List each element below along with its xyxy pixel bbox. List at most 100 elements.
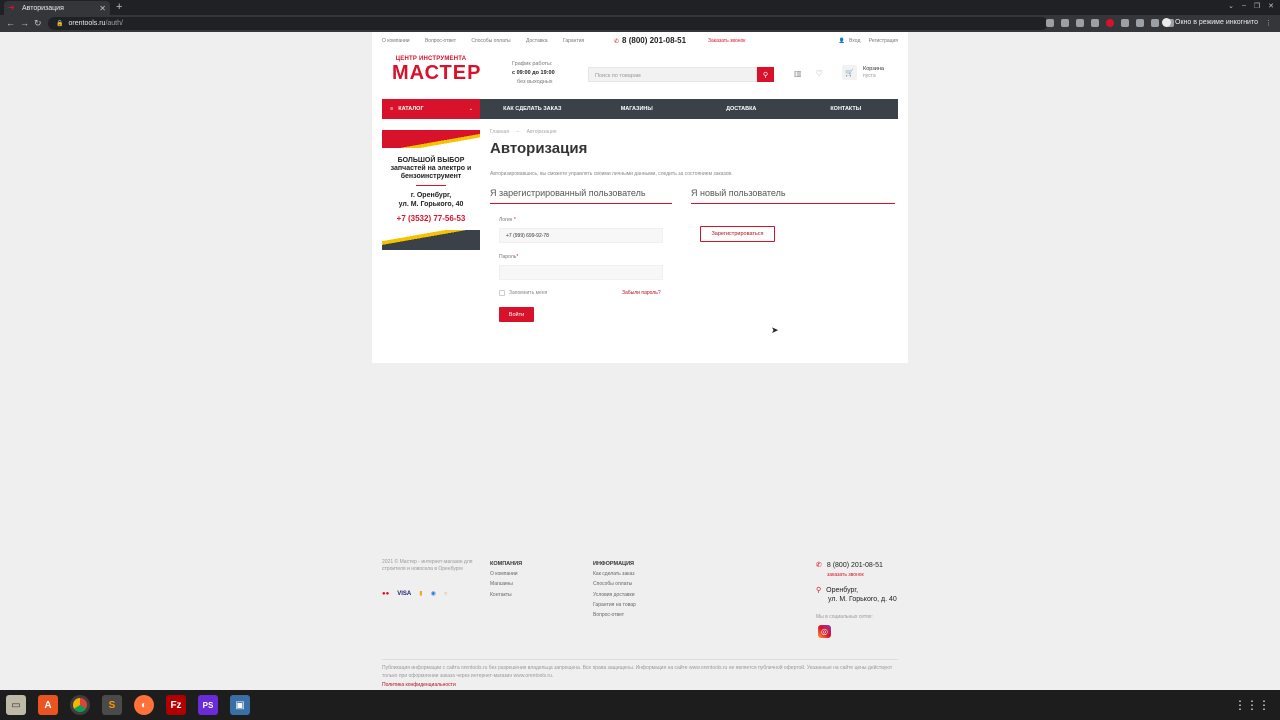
- search-form: Поиск по товарам ⚲: [588, 67, 774, 82]
- breadcrumb-separator: –: [516, 129, 520, 135]
- banner-stripe: [382, 130, 480, 148]
- remember-checkbox[interactable]: [499, 290, 505, 296]
- banner-address: г. Оренбург, ул. М. Горького, 40: [382, 192, 480, 209]
- lock-icon[interactable]: 🔒: [56, 20, 63, 27]
- register-button[interactable]: Зарегистрироваться: [700, 226, 775, 242]
- footer-link[interactable]: Гарантия на товар: [593, 600, 636, 610]
- forgot-password-link[interactable]: Забыли пароль?: [622, 290, 661, 296]
- firefox-app-icon[interactable]: ◐: [134, 695, 154, 715]
- search-button[interactable]: ⚲: [757, 67, 774, 82]
- callback-link[interactable]: Заказать звонок: [708, 38, 745, 44]
- filezilla-app-icon[interactable]: Fz: [166, 695, 186, 715]
- footer-heading: КОМПАНИЯ: [490, 561, 523, 567]
- password-label: Пароль*: [499, 254, 518, 260]
- extension-icon[interactable]: [1136, 19, 1144, 27]
- address-bar[interactable]: 🔒 orentools.ru/auth/: [48, 17, 1048, 30]
- star-icon[interactable]: [1076, 19, 1084, 27]
- top-link[interactable]: Способы оплаты: [471, 38, 510, 44]
- footer-city: Оренбург,: [826, 587, 859, 594]
- favicon-icon: ➜: [8, 3, 15, 12]
- key-icon[interactable]: [1046, 19, 1054, 27]
- main-nav: ≡ КАТАЛОГ ⌄ КАК СДЕЛАТЬ ЗАКАЗ МАГАЗИНЫ Д…: [382, 99, 898, 119]
- incognito-label: Окно в режиме инкогнито: [1175, 19, 1258, 26]
- eye-off-icon[interactable]: [1061, 19, 1069, 27]
- mastercard-icon: ●●: [382, 590, 390, 597]
- promo-banner[interactable]: БОЛЬШОЙ ВЫБОР запчастей на электро и бен…: [382, 130, 480, 250]
- footer-link[interactable]: Контакты: [490, 590, 522, 600]
- maximize-icon[interactable]: ❐: [1254, 2, 1260, 10]
- footer-contacts: ✆ 8 (800) 201-08-51 заказать звонок ⚲ Орен…: [816, 562, 897, 604]
- url-host: orentools.ru: [68, 20, 106, 27]
- footer-company: КОМПАНИЯ О компании Магазины Контакты: [490, 559, 522, 600]
- nav-item-order[interactable]: КАК СДЕЛАТЬ ЗАКАЗ: [480, 106, 585, 112]
- banner-city: г. Оренбург,: [410, 192, 452, 199]
- footer-link[interactable]: Магазины: [490, 579, 522, 589]
- nav-item-contacts[interactable]: КОНТАКТЫ: [794, 106, 899, 112]
- cart-status: пуста: [863, 72, 876, 79]
- footer-link[interactable]: Как сделать заказ: [593, 569, 636, 579]
- breadcrumb: Главная – Авторизация: [490, 129, 563, 135]
- close-window-icon[interactable]: ✕: [1268, 2, 1274, 10]
- reload-icon[interactable]: ↻: [34, 18, 42, 29]
- files-app-icon[interactable]: ▭: [6, 695, 26, 715]
- submit-login-button[interactable]: Войти: [499, 307, 534, 322]
- breadcrumb-home[interactable]: Главная: [490, 129, 509, 135]
- extension-icon[interactable]: [1121, 19, 1129, 27]
- menu-icon[interactable]: ⋮: [1265, 19, 1272, 27]
- logo-name: МАСТЕР: [392, 62, 482, 84]
- remember-me[interactable]: Запомнить меня: [499, 290, 547, 296]
- top-link[interactable]: Вопрос-ответ: [425, 38, 456, 44]
- footer-callback-link[interactable]: заказать звонок: [827, 571, 897, 580]
- close-tab-icon[interactable]: ✕: [99, 4, 106, 13]
- compare-icon[interactable]: ▥: [794, 69, 802, 78]
- login-field[interactable]: +7 (999) 699-92-78: [499, 228, 663, 243]
- footer-link[interactable]: Условия доставки: [593, 590, 636, 600]
- phpstorm-app-icon[interactable]: PS: [198, 695, 218, 715]
- software-center-icon[interactable]: A: [38, 695, 58, 715]
- sublime-text-icon[interactable]: S: [102, 695, 122, 715]
- os-taskbar: ▭ A S ◐ Fz PS ▣ ⋮⋮⋮: [0, 690, 1280, 720]
- catalog-button[interactable]: ≡ КАТАЛОГ ⌄: [382, 99, 480, 119]
- minimize-icon[interactable]: –: [1242, 2, 1246, 10]
- footer-link[interactable]: Способы оплаты: [593, 579, 636, 589]
- top-link[interactable]: О компании: [382, 38, 410, 44]
- nav-item-stores[interactable]: МАГАЗИНЫ: [585, 106, 690, 112]
- back-icon[interactable]: ←: [6, 18, 15, 28]
- top-link[interactable]: Доставка: [526, 38, 547, 44]
- extension-icon[interactable]: [1091, 19, 1099, 27]
- required-mark: *: [516, 254, 519, 260]
- site-logo[interactable]: ЦЕНТР ИНСТРУМЕНТА МАСТЕР: [392, 56, 482, 90]
- banner-line: БОЛЬШОЙ ВЫБОР: [397, 157, 465, 164]
- chrome-app-icon[interactable]: [70, 695, 90, 715]
- user-icon: 👤: [838, 38, 845, 44]
- new-tab-button[interactable]: +: [116, 1, 122, 13]
- window-controls: ⌄ – ❐ ✕: [1228, 2, 1274, 10]
- adblock-icon[interactable]: [1106, 19, 1114, 27]
- extension-icon[interactable]: [1151, 19, 1159, 27]
- cart-widget[interactable]: 🛒 Корзина пуста: [842, 65, 884, 80]
- header-phone[interactable]: ✆ 8 (800) 201-08-51: [614, 36, 686, 45]
- banner-line: запчастей на электро и: [390, 165, 472, 172]
- browser-tab[interactable]: ➜ Авторизация ✕: [4, 1, 110, 15]
- app-grid-icon[interactable]: ⋮⋮⋮: [1234, 698, 1270, 712]
- search-input[interactable]: Поиск по товарам: [588, 67, 757, 82]
- footer-heading: ИНФОРМАЦИЯ: [593, 561, 634, 567]
- screenshot-app-icon[interactable]: ▣: [230, 695, 250, 715]
- footer-link[interactable]: Вопрос-ответ: [593, 610, 636, 620]
- footer-link[interactable]: О компании: [490, 569, 522, 579]
- banner-headline: БОЛЬШОЙ ВЫБОР запчастей на электро и бен…: [382, 157, 480, 181]
- login-link[interactable]: Вход: [849, 38, 860, 44]
- top-link[interactable]: Гарантия: [563, 38, 584, 44]
- nav-item-delivery[interactable]: ДОСТАВКА: [689, 106, 794, 112]
- incognito-indicator[interactable]: Окно в режиме инкогнито: [1162, 18, 1258, 27]
- footer-phone[interactable]: ✆ 8 (800) 201-08-51: [816, 562, 897, 571]
- heart-icon[interactable]: ♡: [816, 69, 823, 78]
- privacy-policy-link[interactable]: Политика конфиденциальности: [382, 682, 456, 688]
- forward-icon[interactable]: →: [20, 18, 29, 28]
- page-title: Авторизация: [490, 140, 588, 157]
- tab-search-icon[interactable]: ⌄: [1228, 2, 1234, 10]
- header-phone-number: 8 (800) 201-08-51: [622, 36, 687, 45]
- password-field[interactable]: [499, 265, 663, 280]
- register-link[interactable]: Регистрация: [869, 38, 898, 44]
- instagram-icon[interactable]: ◎: [818, 625, 831, 638]
